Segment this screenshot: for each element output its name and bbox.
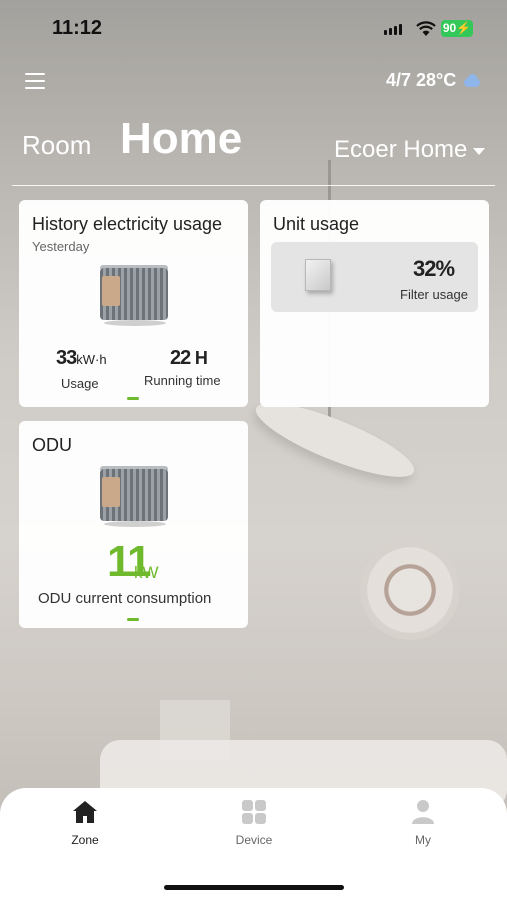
outdoor-unit-icon [100,466,168,527]
runtime-value: 22 H [170,347,208,369]
nav-my-label: My [415,833,431,847]
filter-icon [305,259,331,291]
menu-icon[interactable] [25,71,45,91]
wifi-icon [416,21,436,36]
usage-value: 33kW·h [56,347,107,369]
weather-display: 4/7 28°C [386,70,482,91]
cellular-signal-icon [384,24,402,35]
house-icon [73,801,97,823]
status-time: 11:12 [52,17,103,39]
home-indicator [164,885,344,890]
usage-label: Usage [61,376,99,391]
unit-usage-card[interactable]: Unit usage 32% Filter usage [260,200,489,407]
page-indicator [127,397,139,400]
background-wall-art [360,540,460,640]
nav-zone[interactable]: Zone [45,800,125,847]
status-bar: 11:12 90⚡ [0,0,507,56]
header-divider [12,185,495,186]
page-indicator [127,618,139,621]
card-title: Unit usage [273,214,360,234]
runtime-label: Running time [144,373,221,388]
filter-usage-label: Filter usage [400,287,468,302]
nav-device[interactable]: Device [214,800,294,847]
card-title: History electricity usage [32,214,223,234]
caret-down-icon [473,148,486,155]
odu-card[interactable]: ODU 11 kW ODU current consumption [19,421,248,628]
battery-level: 90 [442,21,457,35]
odu-consumption-label: ODU current consumption [38,590,212,607]
odu-consumption-unit: kW [134,563,159,582]
nav-my[interactable]: My [383,800,463,847]
filter-usage-value: 32% [413,256,455,281]
filter-usage-panel: 32% Filter usage [271,242,478,312]
home-selector-label: Ecoer Home [334,136,468,163]
weather-text: 4/7 28°C [386,70,457,90]
cloud-icon [462,73,482,88]
tab-room[interactable]: Room [22,130,91,161]
person-icon [412,800,434,824]
battery-indicator: 90⚡ [441,20,473,37]
bottom-navigation: Zone Device My [0,788,507,900]
grid-icon [242,800,266,824]
card-title: ODU [32,435,72,455]
tab-home[interactable]: Home [120,114,242,164]
outdoor-unit-icon [100,265,168,326]
history-electricity-card[interactable]: History electricity usage Yesterday 33kW… [19,200,248,407]
card-subtitle: Yesterday [32,239,90,254]
nav-zone-label: Zone [71,833,99,847]
nav-device-label: Device [235,833,273,847]
home-selector[interactable]: Ecoer Home [334,136,486,164]
